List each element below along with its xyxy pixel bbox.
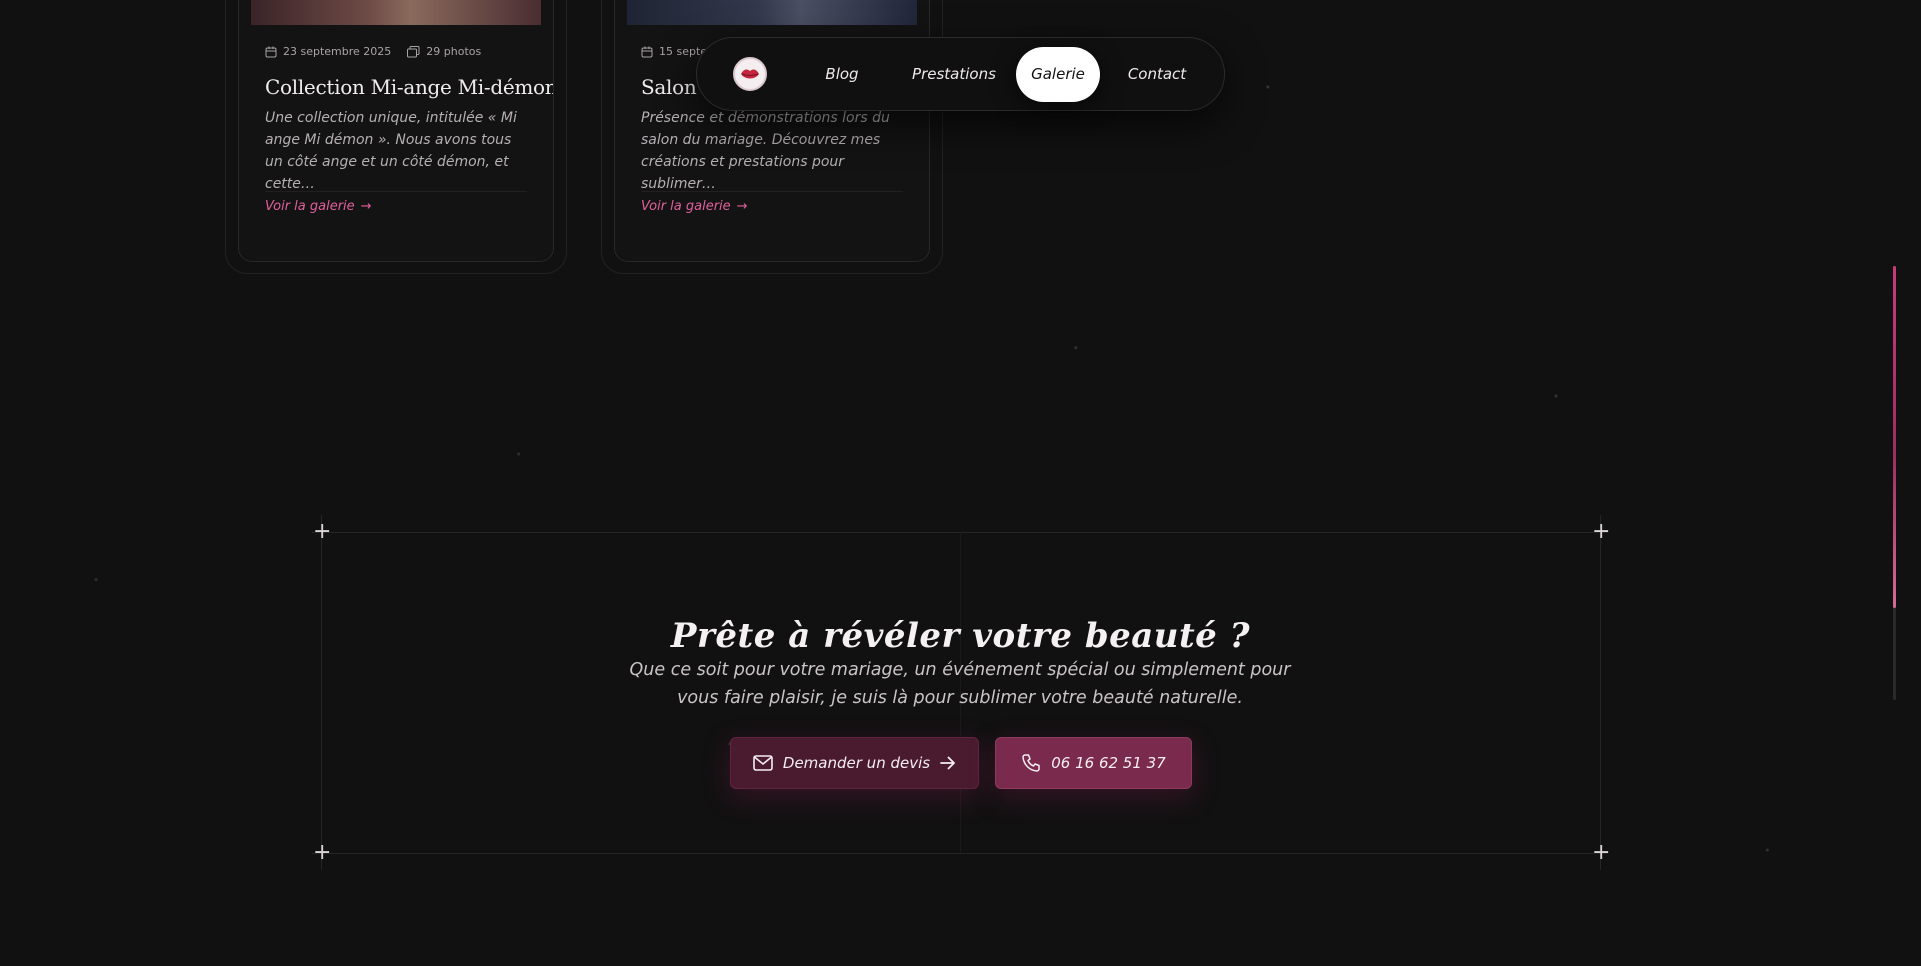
arrow-right-icon: → <box>736 199 748 214</box>
card-thumbnail[interactable] <box>251 0 541 25</box>
main-navigation: Blog Prestations Galerie Contact <box>696 37 1225 111</box>
nav-link-contact[interactable]: Contact <box>1112 47 1202 102</box>
phone-number-label: 06 16 62 51 37 <box>1051 754 1166 772</box>
phone-button[interactable]: 06 16 62 51 37 <box>995 737 1192 789</box>
view-gallery-link[interactable]: Voir la galerie → <box>265 199 372 214</box>
card-divider <box>265 191 527 192</box>
view-gallery-link[interactable]: Voir la galerie → <box>641 199 748 214</box>
cta-description: Que ce soit pour votre mariage, un événe… <box>629 660 1291 708</box>
arrow-right-icon <box>940 756 955 770</box>
plus-icon: + <box>313 840 332 865</box>
card-description: Une collection unique, intitulée « Mi an… <box>265 110 517 192</box>
phone-icon <box>1022 754 1040 772</box>
card-description: Présence et démonstrations lors du salon… <box>641 110 890 192</box>
calendar-icon <box>641 46 653 57</box>
mail-icon <box>753 755 773 771</box>
nav-link-blog[interactable]: Blog <box>807 47 877 102</box>
scrollbar-thumb[interactable] <box>1893 266 1896 608</box>
lips-logo-icon[interactable] <box>733 57 767 91</box>
card-thumbnail[interactable] <box>627 0 917 25</box>
view-gallery-label: Voir la galerie <box>641 199 731 214</box>
request-quote-button[interactable]: Demander un devis <box>730 737 979 789</box>
gallery-card[interactable]: 23 septembre 2025 29 photos Collection M… <box>238 0 554 262</box>
card-title[interactable]: Collection Mi-ange Mi-démon <box>265 75 553 99</box>
nav-link-galerie[interactable]: Galerie <box>1016 47 1100 102</box>
card-meta: 23 septembre 2025 29 photos <box>265 45 481 58</box>
lips-icon <box>741 69 759 79</box>
request-quote-label: Demander un devis <box>782 754 931 772</box>
plus-icon: + <box>1592 519 1611 544</box>
nav-link-prestations[interactable]: Prestations <box>899 47 1009 102</box>
calendar-icon <box>265 46 277 57</box>
cta-title: Prête à révéler votre beauté ? <box>670 616 1251 657</box>
images-icon <box>407 45 420 57</box>
card-date: 23 septembre 2025 <box>283 45 392 58</box>
plus-icon: + <box>1592 840 1611 865</box>
card-divider <box>641 191 903 192</box>
plus-icon: + <box>313 519 332 544</box>
arrow-right-icon: → <box>360 199 372 214</box>
card-photo-count: 29 photos <box>426 45 482 58</box>
view-gallery-label: Voir la galerie <box>265 199 355 214</box>
card-meta: 15 septe <box>641 45 707 58</box>
